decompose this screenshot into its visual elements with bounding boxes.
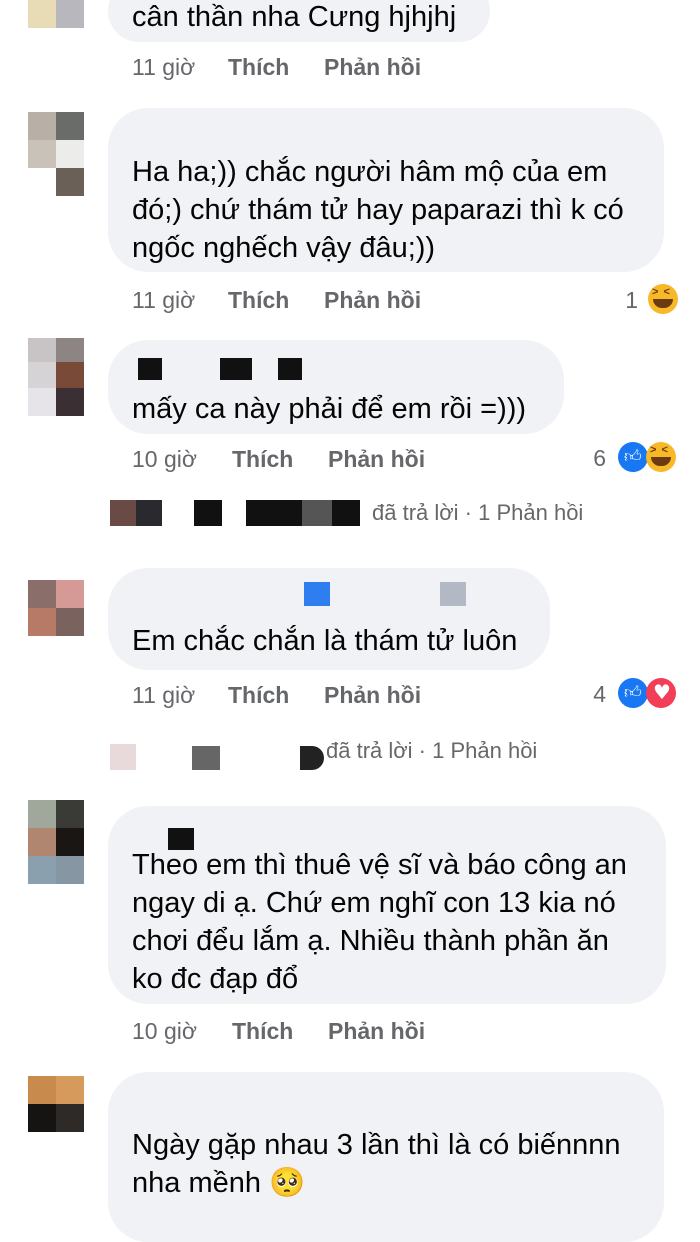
comment-bubble: mấy ca này phải để em rồi =))) xyxy=(108,340,564,434)
redacted-name xyxy=(194,500,222,526)
redacted-name xyxy=(138,358,162,380)
redacted-name xyxy=(332,500,360,526)
comment-text: Ha ha;)) chắc người hâm mộ của em đó;) c… xyxy=(132,156,624,264)
avatar[interactable] xyxy=(28,0,84,30)
avatar[interactable] xyxy=(28,338,84,422)
redacted-name xyxy=(192,746,220,770)
avatar[interactable] xyxy=(28,112,84,196)
comment-bubble: Em chắc chắn là thám tử luôn xyxy=(108,568,550,670)
comment-time[interactable]: 11 giờ xyxy=(132,54,195,81)
like-reaction-icon xyxy=(618,678,648,708)
comment-text: mấy ca này phải để em rồi =))) xyxy=(132,393,527,425)
avatar[interactable] xyxy=(28,580,84,664)
love-reaction-icon xyxy=(646,678,676,708)
comment-bubble: Ngày gặp nhau 3 lần thì là có biếnnnn nh… xyxy=(108,1072,664,1242)
comment-text: Ngày gặp nhau 3 lần thì là có biếnnnn nh… xyxy=(132,1129,621,1199)
reply-avatar xyxy=(110,500,136,526)
comment-text: Theo em thì thuê vệ sĩ và báo công an ng… xyxy=(132,849,627,995)
reply-link[interactable]: Phản hồi xyxy=(324,682,421,709)
reply-avatar xyxy=(136,500,162,526)
comment-time[interactable]: 10 giờ xyxy=(132,1018,197,1045)
like-reaction-icon xyxy=(618,442,648,472)
reaction-summary[interactable]: 1 xyxy=(620,284,680,318)
comment-time[interactable]: 11 giờ xyxy=(132,682,195,709)
redacted-name xyxy=(304,582,330,606)
comment-text: Em chắc chắn là thám tử luôn xyxy=(132,625,518,657)
reply-summary-text[interactable]: đã trả lời · 1 Phản hồi xyxy=(326,738,537,764)
reaction-summary[interactable]: 4 xyxy=(590,678,682,712)
reply-link[interactable]: Phản hồi xyxy=(324,287,421,314)
reaction-summary[interactable]: 6 xyxy=(590,442,682,476)
haha-reaction-icon xyxy=(646,442,676,472)
comment-bubble: cân thần nha Cưng hjhjhj xyxy=(108,0,490,42)
avatar[interactable] xyxy=(28,1076,84,1160)
redacted-name xyxy=(246,500,302,526)
comment-bubble: Ha ha;)) chắc người hâm mộ của em đó;) c… xyxy=(108,108,664,272)
redacted-name xyxy=(220,358,252,380)
redacted-name xyxy=(300,746,324,770)
reply-avatar xyxy=(110,744,136,770)
like-link[interactable]: Thích xyxy=(232,1018,293,1045)
avatar[interactable] xyxy=(28,800,84,884)
comment-time[interactable]: 11 giờ xyxy=(132,287,195,314)
redacted-name xyxy=(440,582,466,606)
like-link[interactable]: Thích xyxy=(232,446,293,473)
reaction-count: 6 xyxy=(593,445,606,471)
like-link[interactable]: Thích xyxy=(228,54,289,81)
reaction-count: 4 xyxy=(593,681,606,707)
reply-link[interactable]: Phản hồi xyxy=(324,54,421,81)
redacted-name xyxy=(278,358,302,380)
reply-summary-text[interactable]: đã trả lời · 1 Phản hồi xyxy=(372,500,583,526)
comment-bubble: Theo em thì thuê vệ sĩ và báo công an ng… xyxy=(108,806,666,1004)
reply-link[interactable]: Phản hồi xyxy=(328,446,425,473)
reaction-count: 1 xyxy=(625,287,638,313)
reply-summary[interactable]: đã trả lời · 1 Phản hồi xyxy=(0,732,700,772)
haha-reaction-icon xyxy=(648,284,678,314)
like-link[interactable]: Thích xyxy=(228,287,289,314)
comment-time[interactable]: 10 giờ xyxy=(132,446,197,473)
like-link[interactable]: Thích xyxy=(228,682,289,709)
reply-link[interactable]: Phản hồi xyxy=(328,1018,425,1045)
comment-text: cân thần nha Cưng hjhjhj xyxy=(132,1,457,33)
reply-summary[interactable]: đã trả lời · 1 Phản hồi xyxy=(0,494,700,530)
redacted-name xyxy=(302,500,332,526)
